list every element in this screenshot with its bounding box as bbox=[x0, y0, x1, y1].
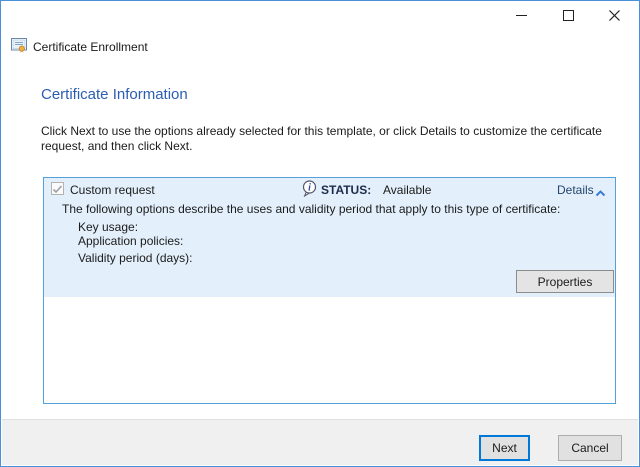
next-button[interactable]: Next bbox=[479, 435, 530, 461]
page-title: Certificate Information bbox=[41, 86, 188, 103]
custom-request-checkbox bbox=[51, 182, 64, 195]
close-icon bbox=[608, 9, 621, 22]
maximize-icon bbox=[563, 10, 574, 21]
certificate-enrollment-window: Certificate Enrollment Certificate Infor… bbox=[0, 0, 640, 467]
intro-text: Click Next to use the options already se… bbox=[41, 124, 613, 154]
application-policies-label: Application policies: bbox=[78, 234, 183, 248]
svg-text:i: i bbox=[308, 182, 311, 193]
minimize-button[interactable] bbox=[504, 3, 538, 27]
key-usage-label: Key usage: bbox=[78, 220, 138, 234]
app-title: Certificate Enrollment bbox=[33, 40, 148, 54]
status-label: STATUS: bbox=[321, 183, 371, 197]
properties-button[interactable]: Properties bbox=[516, 270, 614, 293]
minimize-icon bbox=[516, 15, 527, 16]
cancel-button[interactable]: Cancel bbox=[558, 435, 622, 461]
certificate-template-panel: Custom request i STATUS: Available Detai… bbox=[43, 177, 616, 404]
checkmark-icon bbox=[52, 184, 63, 195]
details-link[interactable]: Details bbox=[557, 183, 594, 197]
custom-request-label: Custom request bbox=[70, 183, 155, 197]
panel-description: The following options describe the uses … bbox=[62, 202, 602, 216]
info-icon: i bbox=[302, 180, 317, 200]
close-button[interactable] bbox=[597, 3, 631, 27]
validity-period-label: Validity period (days): bbox=[78, 251, 193, 265]
chevron-up-icon[interactable] bbox=[595, 186, 606, 200]
maximize-button[interactable] bbox=[551, 3, 585, 27]
status-value: Available bbox=[383, 183, 431, 197]
certificate-icon bbox=[11, 38, 28, 56]
footer-bar bbox=[2, 420, 638, 465]
